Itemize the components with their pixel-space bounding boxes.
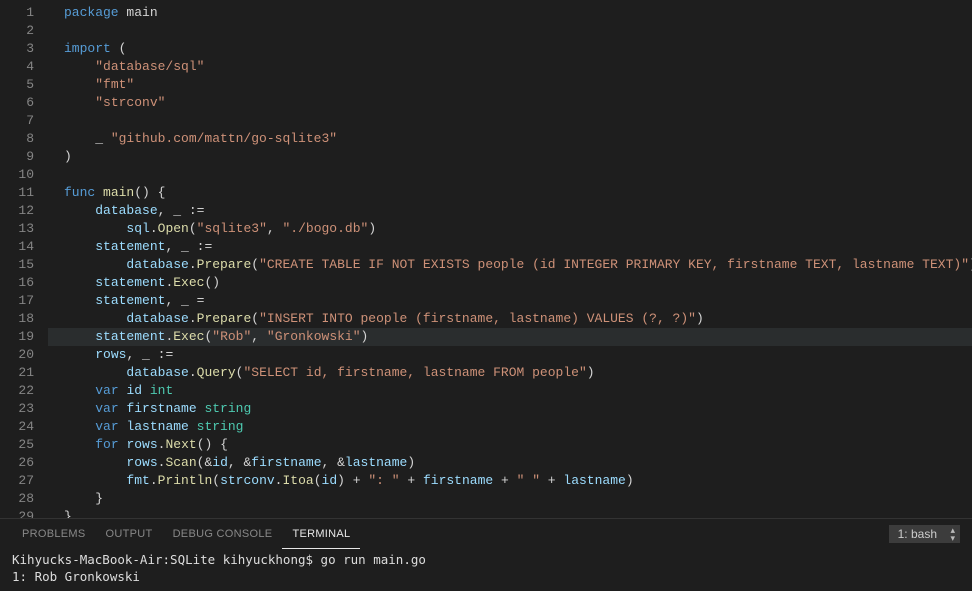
line-number: 6 bbox=[0, 94, 34, 112]
line-number: 10 bbox=[0, 166, 34, 184]
line-number: 9 bbox=[0, 148, 34, 166]
code-line[interactable]: rows.Scan(&id, &firstname, &lastname) bbox=[48, 454, 972, 472]
line-number-gutter: 1234567891011121314151617181920212223242… bbox=[0, 0, 48, 518]
code-line[interactable] bbox=[48, 22, 972, 40]
code-line[interactable]: var lastname string bbox=[48, 418, 972, 436]
code-body[interactable]: package main import ( "database/sql" "fmt… bbox=[48, 0, 972, 518]
tab-output[interactable]: OUTPUT bbox=[96, 519, 163, 549]
code-line[interactable]: ) bbox=[48, 148, 972, 166]
code-line[interactable]: package main bbox=[48, 4, 972, 22]
line-number: 29 bbox=[0, 508, 34, 518]
code-line[interactable]: import ( bbox=[48, 40, 972, 58]
code-line[interactable]: } bbox=[48, 508, 972, 518]
terminal-selector[interactable]: 1: bash ▴▾ bbox=[889, 525, 960, 543]
code-editor[interactable]: 1234567891011121314151617181920212223242… bbox=[0, 0, 972, 518]
line-number: 11 bbox=[0, 184, 34, 202]
code-line[interactable]: statement, _ := bbox=[48, 238, 972, 256]
terminal-selector-label: 1: bash bbox=[898, 527, 937, 541]
code-line[interactable]: rows, _ := bbox=[48, 346, 972, 364]
code-line[interactable]: fmt.Println(strconv.Itoa(id) + ": " + fi… bbox=[48, 472, 972, 490]
terminal-output[interactable]: Kihyucks-MacBook-Air:SQLite kihyuckhong$… bbox=[0, 549, 972, 591]
line-number: 7 bbox=[0, 112, 34, 130]
tab-problems[interactable]: PROBLEMS bbox=[12, 519, 96, 549]
line-number: 22 bbox=[0, 382, 34, 400]
code-line[interactable] bbox=[48, 112, 972, 130]
line-number: 23 bbox=[0, 400, 34, 418]
line-number: 13 bbox=[0, 220, 34, 238]
code-line[interactable]: statement, _ = bbox=[48, 292, 972, 310]
line-number: 15 bbox=[0, 256, 34, 274]
line-number: 28 bbox=[0, 490, 34, 508]
line-number: 21 bbox=[0, 364, 34, 382]
line-number: 4 bbox=[0, 58, 34, 76]
line-number: 24 bbox=[0, 418, 34, 436]
line-number: 2 bbox=[0, 22, 34, 40]
line-number: 27 bbox=[0, 472, 34, 490]
line-number: 26 bbox=[0, 454, 34, 472]
line-number: 12 bbox=[0, 202, 34, 220]
dropdown-arrows-icon: ▴▾ bbox=[950, 526, 955, 542]
line-number: 16 bbox=[0, 274, 34, 292]
line-number: 19 bbox=[0, 328, 34, 346]
code-line[interactable]: var firstname string bbox=[48, 400, 972, 418]
code-line[interactable]: database.Query("SELECT id, firstname, la… bbox=[48, 364, 972, 382]
code-line[interactable]: database.Prepare("CREATE TABLE IF NOT EX… bbox=[48, 256, 972, 274]
code-line[interactable]: } bbox=[48, 490, 972, 508]
code-line[interactable]: var id int bbox=[48, 382, 972, 400]
code-line[interactable]: sql.Open("sqlite3", "./bogo.db") bbox=[48, 220, 972, 238]
code-line[interactable]: database.Prepare("INSERT INTO people (fi… bbox=[48, 310, 972, 328]
code-line[interactable]: for rows.Next() { bbox=[48, 436, 972, 454]
code-line[interactable]: "fmt" bbox=[48, 76, 972, 94]
code-line[interactable]: database, _ := bbox=[48, 202, 972, 220]
line-number: 17 bbox=[0, 292, 34, 310]
code-line[interactable]: "strconv" bbox=[48, 94, 972, 112]
tab-debug-console[interactable]: DEBUG CONSOLE bbox=[163, 519, 283, 549]
code-line[interactable]: statement.Exec() bbox=[48, 274, 972, 292]
tab-terminal[interactable]: TERMINAL bbox=[282, 519, 360, 549]
code-line[interactable]: "database/sql" bbox=[48, 58, 972, 76]
code-line[interactable]: _ "github.com/mattn/go-sqlite3" bbox=[48, 130, 972, 148]
code-line[interactable]: func main() { bbox=[48, 184, 972, 202]
code-line[interactable]: statement.Exec("Rob", "Gronkowski") bbox=[48, 328, 972, 346]
bottom-panel: PROBLEMS OUTPUT DEBUG CONSOLE TERMINAL 1… bbox=[0, 518, 972, 591]
line-number: 5 bbox=[0, 76, 34, 94]
line-number: 25 bbox=[0, 436, 34, 454]
panel-tabs: PROBLEMS OUTPUT DEBUG CONSOLE TERMINAL 1… bbox=[0, 519, 972, 549]
line-number: 20 bbox=[0, 346, 34, 364]
line-number: 1 bbox=[0, 4, 34, 22]
line-number: 3 bbox=[0, 40, 34, 58]
code-line[interactable] bbox=[48, 166, 972, 184]
line-number: 8 bbox=[0, 130, 34, 148]
line-number: 18 bbox=[0, 310, 34, 328]
line-number: 14 bbox=[0, 238, 34, 256]
